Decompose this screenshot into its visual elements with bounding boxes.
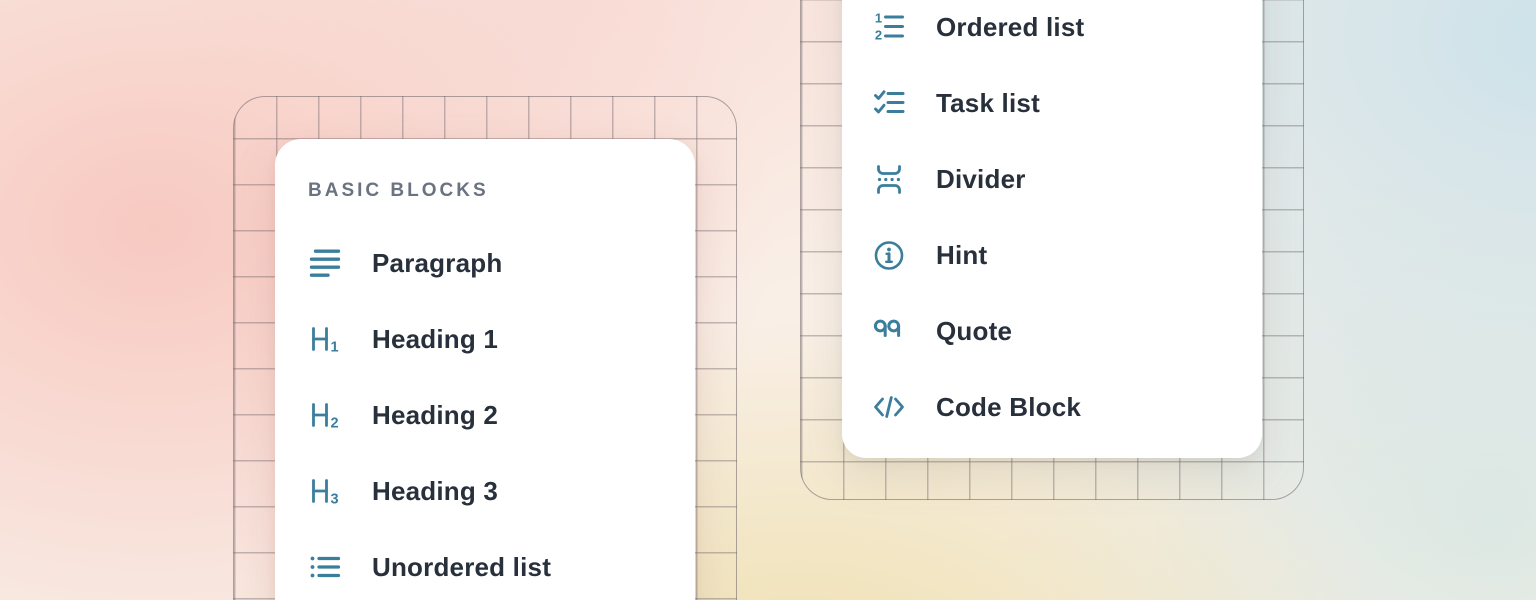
menu-item-label: Divider	[936, 164, 1026, 195]
svg-text:3: 3	[330, 492, 338, 508]
menu-item-label: Heading 2	[372, 400, 498, 431]
heading-1-icon: 1	[308, 322, 342, 356]
menu-item-label: Ordered list	[936, 12, 1084, 43]
menu-item-label: Paragraph	[372, 248, 502, 279]
basic-blocks-menu: BASIC BLOCKS Paragraph 1 Heading 1	[275, 139, 695, 600]
svg-text:1: 1	[330, 340, 338, 356]
menu-item-heading-2[interactable]: 2 Heading 2	[308, 398, 662, 432]
svg-text:2: 2	[330, 416, 338, 432]
paragraph-icon	[308, 246, 342, 280]
menu-item-divider[interactable]: Divider	[872, 162, 1232, 196]
menu-item-code-block[interactable]: Code Block	[872, 390, 1232, 424]
menu-item-unordered-list[interactable]: Unordered list	[308, 550, 662, 584]
blocks-menu-continued: 1 2 Ordered list	[842, 0, 1262, 458]
page-background: BASIC BLOCKS Paragraph 1 Heading 1	[0, 0, 1536, 600]
menu-item-hint[interactable]: Hint	[872, 238, 1232, 272]
menu-item-label: Heading 3	[372, 476, 498, 507]
unordered-list-icon	[308, 550, 342, 584]
divider-icon	[872, 162, 906, 196]
quote-icon	[872, 314, 906, 348]
task-list-icon	[872, 86, 906, 120]
section-label: BASIC BLOCKS	[308, 181, 662, 201]
menu-item-label: Code Block	[936, 392, 1081, 423]
code-block-icon	[872, 390, 906, 424]
svg-text:2: 2	[875, 28, 882, 43]
hint-icon	[872, 238, 906, 272]
menu-item-label: Heading 1	[372, 324, 498, 355]
menu-item-label: Task list	[936, 88, 1040, 119]
heading-3-icon: 3	[308, 474, 342, 508]
menu-item-quote[interactable]: Quote	[872, 314, 1232, 348]
menu-item-label: Hint	[936, 240, 987, 271]
menu-item-label: Unordered list	[372, 552, 551, 583]
menu-item-ordered-list[interactable]: 1 2 Ordered list	[872, 10, 1232, 44]
heading-2-icon: 2	[308, 398, 342, 432]
ordered-list-icon: 1 2	[872, 10, 906, 44]
menu-item-heading-1[interactable]: 1 Heading 1	[308, 322, 662, 356]
svg-text:1: 1	[875, 11, 882, 26]
menu-item-label: Quote	[936, 316, 1012, 347]
menu-item-task-list[interactable]: Task list	[872, 86, 1232, 120]
menu-item-paragraph[interactable]: Paragraph	[308, 246, 662, 280]
menu-item-heading-3[interactable]: 3 Heading 3	[308, 474, 662, 508]
